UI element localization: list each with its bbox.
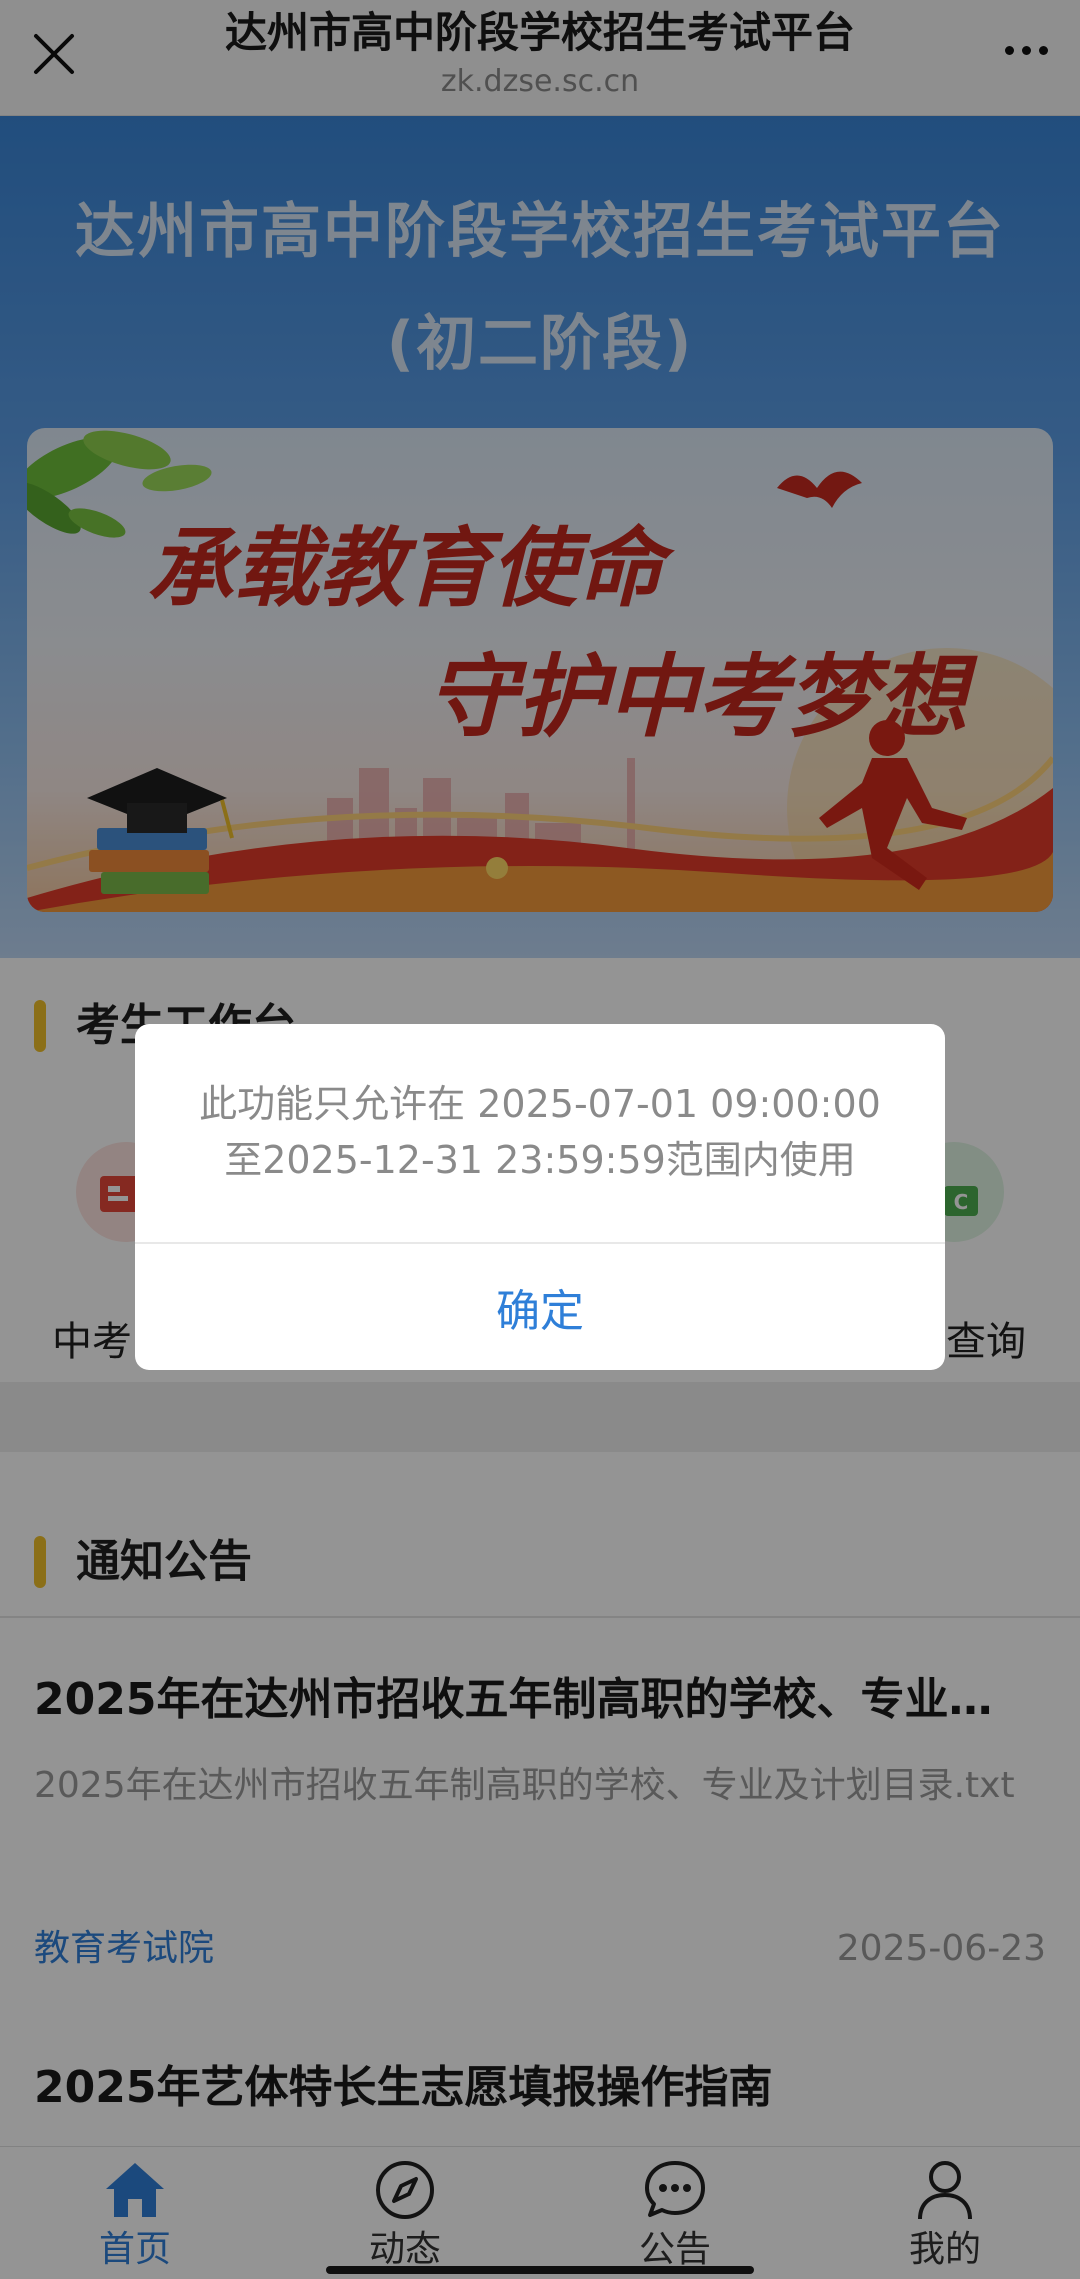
alert-dialog: 此功能只允许在 2025-07-01 09:00:00至2025-12-31 2… [135,1024,945,1370]
dialog-message: 此功能只允许在 2025-07-01 09:00:00至2025-12-31 2… [199,1082,881,1182]
confirm-button[interactable]: 确定 [135,1244,945,1370]
